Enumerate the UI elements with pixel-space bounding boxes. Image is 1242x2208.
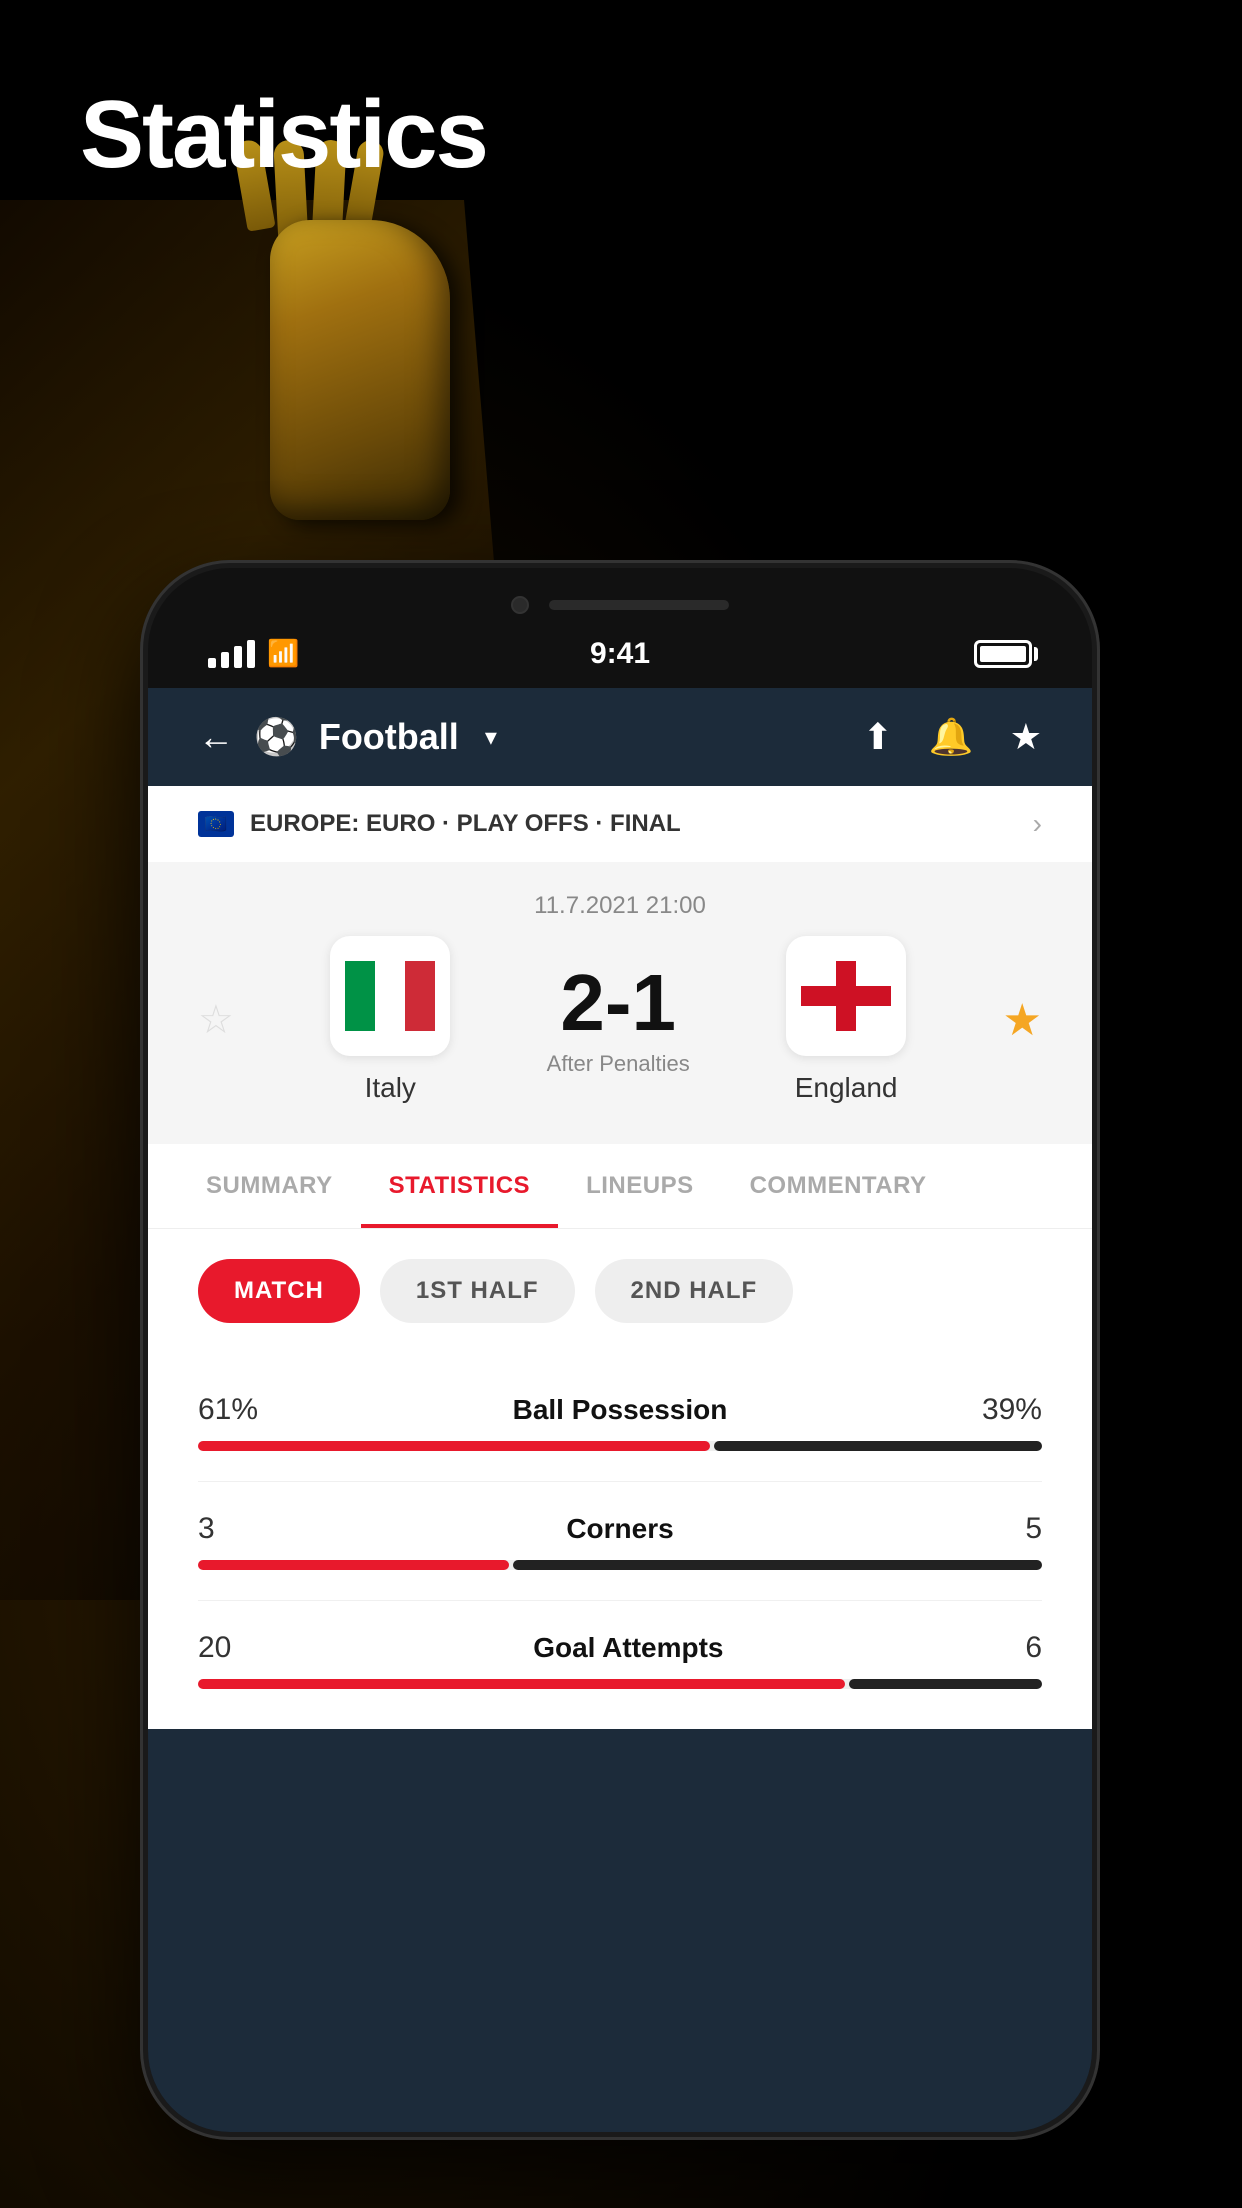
- favorite-star-icon[interactable]: ★: [1010, 716, 1042, 758]
- tab-lineups[interactable]: LINEUPS: [558, 1144, 722, 1228]
- competition-text: EUROPE: EURO · PLAY OFFS · FINAL: [250, 810, 681, 838]
- bar-1: [208, 658, 216, 668]
- corners-bar-left: [198, 1560, 509, 1570]
- filter-2nd-half[interactable]: 2ND HALF: [595, 1259, 794, 1323]
- stat-row-possession: 61% Ball Possession 39%: [198, 1363, 1042, 1482]
- goals-left-value: 20: [198, 1631, 231, 1665]
- eu-flag: 🇪🇺: [198, 811, 234, 837]
- possession-left-value: 61%: [198, 1393, 258, 1427]
- status-time: 9:41: [590, 637, 650, 671]
- match-star-fav[interactable]: ☆: [198, 997, 234, 1043]
- italy-green: [345, 961, 375, 1031]
- england-flag-container: [786, 936, 906, 1056]
- nav-bar: ← ⚽ Football ▾ ⬆ 🔔 ★: [148, 688, 1092, 786]
- tabs-bar: SUMMARY STATISTICS LINEUPS COMMENTARY: [148, 1144, 1092, 1229]
- stat-row-corners: 3 Corners 5: [198, 1482, 1042, 1601]
- nav-title: Football: [319, 716, 459, 758]
- italy-white: [375, 961, 405, 1031]
- team-england: England: [786, 936, 906, 1104]
- possession-label: Ball Possession: [513, 1394, 728, 1426]
- share-icon[interactable]: ⬆: [863, 716, 893, 758]
- wifi-icon: 📶: [267, 638, 299, 669]
- signal-bars: [208, 640, 255, 668]
- battery-fill: [980, 646, 1026, 662]
- phone-inner: 📶 9:41 ← ⚽ Football ▾ ⬆ 🔔 ★: [148, 568, 1092, 2132]
- filter-match[interactable]: MATCH: [198, 1259, 360, 1323]
- phone-speaker: [549, 600, 729, 610]
- italy-name: Italy: [365, 1072, 416, 1104]
- possession-bar-container: [198, 1441, 1042, 1451]
- corners-right-value: 5: [1025, 1512, 1042, 1546]
- possession-bar-left: [198, 1441, 710, 1451]
- stat-labels-goals: 20 Goal Attempts 6: [198, 1631, 1042, 1665]
- tab-statistics[interactable]: STATISTICS: [361, 1144, 558, 1228]
- corners-label: Corners: [566, 1513, 673, 1545]
- match-star-gold[interactable]: ★: [1003, 995, 1042, 1046]
- dropdown-icon[interactable]: ▾: [485, 723, 497, 752]
- italy-flag: [345, 961, 435, 1031]
- team-italy: Italy: [330, 936, 450, 1104]
- competition-banner[interactable]: 🇪🇺 EUROPE: EURO · PLAY OFFS · FINAL ›: [148, 786, 1092, 862]
- stat-labels-possession: 61% Ball Possession 39%: [198, 1393, 1042, 1427]
- score-note: After Penalties: [547, 1051, 690, 1077]
- italy-flag-container: [330, 936, 450, 1056]
- filter-bar: MATCH 1ST HALF 2ND HALF: [148, 1229, 1092, 1353]
- england-name: England: [795, 1072, 898, 1104]
- goals-label: Goal Attempts: [533, 1632, 723, 1664]
- bar-2: [221, 652, 229, 668]
- bell-icon[interactable]: 🔔: [929, 716, 974, 758]
- competition-chevron: ›: [1033, 808, 1042, 840]
- phone-frame: 📶 9:41 ← ⚽ Football ▾ ⬆ 🔔 ★: [140, 560, 1100, 2140]
- status-left: 📶: [208, 638, 307, 669]
- status-bar: 📶 9:41: [208, 638, 1032, 669]
- italy-red: [405, 961, 435, 1031]
- tab-summary[interactable]: SUMMARY: [178, 1144, 361, 1228]
- goals-bar-right: [849, 1679, 1042, 1689]
- nav-left: ← ⚽ Football ▾: [198, 716, 497, 758]
- possession-right-value: 39%: [982, 1393, 1042, 1427]
- competition-left: 🇪🇺 EUROPE: EURO · PLAY OFFS · FINAL: [198, 810, 681, 838]
- score-block: 2-1 After Penalties: [547, 963, 690, 1077]
- nav-right: ⬆ 🔔 ★: [863, 716, 1042, 758]
- goals-bar-left: [198, 1679, 845, 1689]
- cross-vertical: [836, 961, 856, 1031]
- match-row: ☆ Italy 2-1: [198, 936, 1042, 1104]
- stat-row-goals: 20 Goal Attempts 6: [198, 1601, 1042, 1719]
- corners-bar-right: [513, 1560, 1042, 1570]
- page-title: Statistics: [80, 80, 487, 190]
- match-card: 11.7.2021 21:00 ☆ Italy: [148, 862, 1092, 1144]
- bar-3: [234, 646, 242, 668]
- battery-icon: [974, 640, 1032, 668]
- back-button[interactable]: ←: [198, 716, 234, 758]
- glove-illustration: [220, 220, 500, 600]
- phone-notch: [511, 596, 729, 614]
- goals-right-value: 6: [1025, 1631, 1042, 1665]
- corners-left-value: 3: [198, 1512, 215, 1546]
- app-content: ← ⚽ Football ▾ ⬆ 🔔 ★ 🇪🇺 EUROPE: EURO · P…: [148, 688, 1092, 2132]
- possession-bar-right: [714, 1441, 1042, 1451]
- corners-bar-container: [198, 1560, 1042, 1570]
- match-date: 11.7.2021 21:00: [198, 892, 1042, 920]
- stats-area: 61% Ball Possession 39% 3 Corners 5: [148, 1353, 1092, 1729]
- stat-labels-corners: 3 Corners 5: [198, 1512, 1042, 1546]
- tab-commentary[interactable]: COMMENTARY: [722, 1144, 955, 1228]
- goals-bar-container: [198, 1679, 1042, 1689]
- football-icon: ⚽: [254, 716, 299, 758]
- england-flag: [801, 961, 891, 1031]
- bar-4: [247, 640, 255, 668]
- match-score: 2-1: [547, 963, 690, 1043]
- phone-camera: [511, 596, 529, 614]
- filter-1st-half[interactable]: 1ST HALF: [380, 1259, 575, 1323]
